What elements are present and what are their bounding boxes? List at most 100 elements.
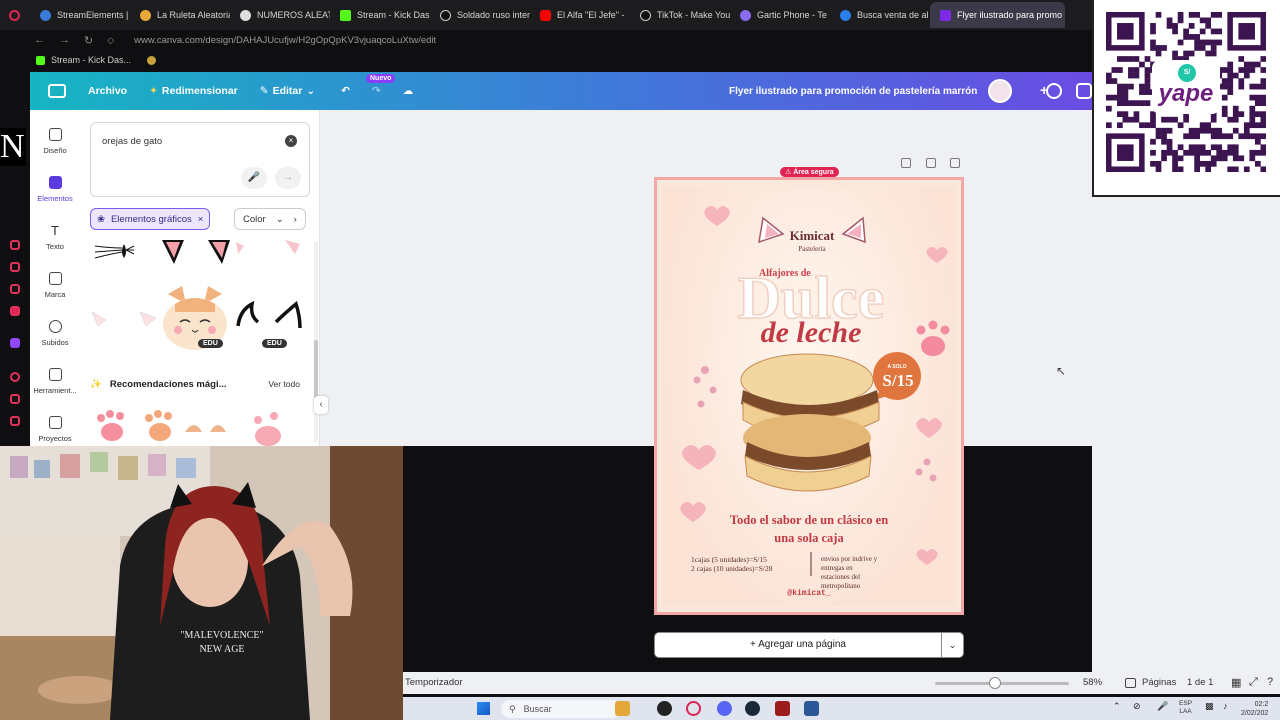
browser-tab[interactable]: Soldado ruso inter <box>430 2 530 28</box>
taskbar-search[interactable]: ⚲ Buscar <box>501 700 621 718</box>
opera-menu-button[interactable] <box>0 2 30 28</box>
dock-icon[interactable] <box>10 306 20 316</box>
browser-tab[interactable]: Gartic Phone - Te <box>730 2 830 28</box>
chevron-right-icon[interactable]: › <box>294 214 297 225</box>
browser-tab[interactable]: StreamElements | <box>30 2 130 28</box>
search-input[interactable]: orejas de gato <box>102 136 162 147</box>
browser-tab[interactable]: La Ruleta Aleatoria <box>130 2 230 28</box>
microphone-icon[interactable]: 🎤 <box>1157 701 1168 712</box>
nav-marca[interactable]: Marca <box>30 272 80 299</box>
qr-module <box>1111 67 1118 73</box>
temporizador-button[interactable]: Temporizador <box>405 677 463 688</box>
taskbar-app-icon[interactable] <box>615 701 630 716</box>
dock-icon[interactable] <box>10 240 20 250</box>
clear-search-icon[interactable]: × <box>285 135 297 147</box>
arrow-right-icon[interactable]: → <box>275 167 301 189</box>
design-title[interactable]: Flyer ilustrado para promoción de pastel… <box>729 86 977 97</box>
nav-herramientas[interactable]: Herramient... <box>30 368 80 395</box>
add-page-icon[interactable] <box>950 158 960 168</box>
redo-button[interactable]: ↷ <box>372 85 381 97</box>
add-page-dropdown[interactable]: ⌄ <box>941 632 964 658</box>
dock-icon[interactable] <box>10 262 20 272</box>
dock-icon[interactable] <box>10 284 20 294</box>
cloud-save-icon[interactable]: ☁ <box>403 85 414 97</box>
nav-diseno[interactable]: Diseño <box>30 128 80 155</box>
forward-icon[interactable]: → <box>59 34 70 46</box>
lock-icon[interactable] <box>901 158 911 168</box>
twitch-icon[interactable] <box>10 338 20 348</box>
duplicate-icon[interactable] <box>926 158 936 168</box>
browser-tab[interactable]: El Alfa "El Jefe" - <box>530 2 630 28</box>
clock[interactable]: 02:2 2/02/202 <box>1241 700 1268 718</box>
share-icon[interactable] <box>1076 83 1092 99</box>
brand-sub: Pastelería <box>798 245 826 253</box>
url-text[interactable]: www.canva.com/design/DAHAJUcufjw/H2gOpQp… <box>134 35 436 46</box>
qr-module <box>1221 133 1228 140</box>
volume-icon[interactable]: ♪ <box>1223 701 1228 711</box>
undo-button[interactable]: ↶ <box>341 85 350 97</box>
browser-tab[interactable]: TikTok - Make You <box>630 2 730 28</box>
steam-icon[interactable] <box>745 701 760 716</box>
browser-tab[interactable]: NUMEROS ALEAT <box>230 2 330 28</box>
search-box[interactable]: orejas de gato × 🎤 → <box>90 122 310 197</box>
reload-icon[interactable]: ↻ <box>84 34 93 47</box>
windows-start-icon[interactable] <box>477 702 490 715</box>
microphone-icon[interactable]: 🎤 <box>241 167 267 189</box>
dock-icon[interactable] <box>10 394 20 404</box>
add-page-button[interactable]: + Agregar una página <box>654 632 942 658</box>
nav-subidos[interactable]: Subidos <box>30 320 80 347</box>
redimensionar-button[interactable]: ✦ Redimensionar <box>149 85 238 97</box>
network-icon[interactable]: ⊘ <box>1133 701 1141 712</box>
bookmark-item[interactable]: Stream - Kick Das... <box>51 55 131 65</box>
qr-module <box>1216 155 1223 162</box>
opera-icon[interactable] <box>686 701 701 716</box>
close-icon[interactable]: × <box>198 214 204 225</box>
browser-tab[interactable]: Busca venta de al <box>830 2 930 28</box>
qr-module <box>1161 127 1167 134</box>
editar-menu[interactable]: ✎ Editar ⌄ <box>260 85 315 97</box>
fullscreen-icon[interactable]: ⤢ <box>1249 676 1258 689</box>
dock-icon[interactable] <box>10 416 20 426</box>
nav-proyectos[interactable]: Proyectos <box>30 416 80 443</box>
qr-module <box>1260 100 1266 106</box>
language-indicator[interactable]: ESP LAA <box>1179 700 1192 716</box>
taskbar-app-icon[interactable] <box>775 701 790 716</box>
filter-dropdown-color[interactable]: Color ⌄ › <box>234 208 306 230</box>
qr-module <box>1139 89 1145 95</box>
qr-module <box>1210 28 1217 35</box>
archivo-menu[interactable]: Archivo <box>88 85 127 97</box>
safe-area-badge: ⚠ Área segura <box>780 167 839 177</box>
grid-view-icon[interactable]: ▦ <box>1231 676 1241 689</box>
zoom-level[interactable]: 58% <box>1083 677 1102 688</box>
kick-icon <box>36 55 45 65</box>
avatar[interactable] <box>988 79 1012 103</box>
bookmark-icon[interactable] <box>147 55 157 65</box>
qr-module <box>1221 78 1228 84</box>
qr-module <box>1144 67 1151 73</box>
zoom-slider[interactable] <box>935 682 1069 685</box>
browser-tab-active[interactable]: Flyer ilustrado para promo <box>930 2 1065 28</box>
nav-texto[interactable]: T Texto <box>30 224 80 251</box>
tab-label: NUMEROS ALEAT <box>257 10 330 20</box>
collapse-panel-button[interactable]: ‹ <box>314 396 328 414</box>
taskbar-app-icon[interactable] <box>657 701 672 716</box>
display-icon[interactable]: ▩ <box>1205 701 1214 712</box>
discord-icon[interactable] <box>717 701 732 716</box>
design-page[interactable]: Kimicat Pastelería Alfajores de Dulce de… <box>654 177 964 615</box>
browser-tab[interactable]: Stream - Kick Das <box>330 2 430 28</box>
nav-elementos[interactable]: Elementos <box>30 176 80 203</box>
help-icon[interactable]: ? <box>1267 676 1273 688</box>
qr-module <box>1166 149 1173 156</box>
chevron-up-icon[interactable]: ⌃ <box>1113 701 1121 712</box>
ver-todo-link[interactable]: Ver todo <box>268 379 300 389</box>
word-icon[interactable] <box>804 701 819 716</box>
dock-icon[interactable] <box>10 372 20 382</box>
pages-button[interactable]: Páginas <box>1125 677 1176 688</box>
filter-chip-elementos[interactable]: ❀ Elementos gráficos × <box>90 208 211 230</box>
comment-icon[interactable] <box>1046 83 1062 99</box>
tab-label: El Alfa "El Jefe" - <box>557 10 625 20</box>
menu-icon[interactable] <box>48 84 66 98</box>
back-icon[interactable]: ← <box>34 34 45 46</box>
qr-module <box>1188 144 1195 151</box>
zoom-slider-handle[interactable] <box>989 677 1001 689</box>
